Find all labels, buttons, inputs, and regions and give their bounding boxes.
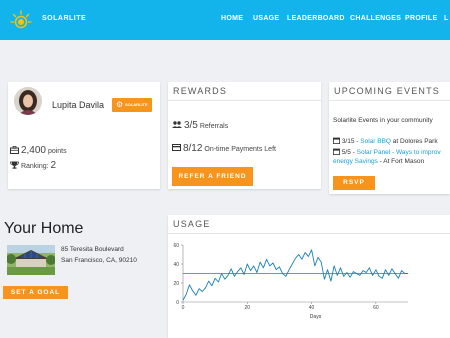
- usage-line-chart: 0 20 40 60 0 20 40 60 Days: [173, 243, 408, 320]
- y-tick-label: 40: [173, 262, 179, 268]
- event-item-1: 3/15 - Solar BBQ at Dolores Park: [333, 137, 438, 145]
- ranking-stat: Ranking: 2: [10, 160, 56, 171]
- payments-stat: 8/12 On-time Payments Left: [172, 143, 276, 154]
- address-line-2: San Francisco, CA, 90210: [61, 257, 137, 264]
- payments-value: 8/12: [182, 143, 203, 154]
- payments-label: On-time Payments Left: [204, 146, 276, 153]
- calendar-icon: [333, 148, 340, 155]
- event-2-date: 5/5 -: [341, 149, 355, 156]
- refer-a-friend-button[interactable]: REFER A FRIEND: [172, 167, 253, 186]
- nav-home[interactable]: HOME: [221, 15, 243, 22]
- points-stat: 2,400 points: [10, 145, 67, 156]
- usage-series-line: [182, 249, 408, 301]
- y-tick-label: 20: [173, 281, 179, 287]
- nav-overflow-item[interactable]: L: [444, 15, 449, 22]
- badge-label: SOLARLITE: [125, 102, 148, 107]
- referrals-value: 3/5: [183, 120, 198, 131]
- event-2-link[interactable]: Solar Panel - Ways to improv: [357, 149, 441, 156]
- usage-card: USAGE 0 20 40 60 0 20 40 60 Days: [168, 215, 450, 338]
- points-value: 2,400: [20, 145, 46, 156]
- set-a-goal-button[interactable]: SET A GOAL: [3, 286, 68, 299]
- ranking-value: 2: [50, 160, 57, 171]
- event-2-location: - At Fort Mason: [379, 158, 425, 165]
- points-label: points: [47, 148, 67, 155]
- x-tick-label: 40: [309, 305, 315, 311]
- event-1-date: 3/15 -: [341, 138, 359, 145]
- trophy-icon: [10, 161, 19, 169]
- y-tick-label: 0: [176, 300, 179, 306]
- avatar[interactable]: [14, 87, 42, 115]
- rewards-title: REWARDS: [168, 82, 321, 101]
- event-item-2-line2: energy Savings - At Fort Mason: [333, 158, 424, 165]
- event-item-2: 5/5 - Solar Panel - Ways to improv: [333, 148, 441, 156]
- x-tick-label: 0: [182, 305, 185, 311]
- gear-icon: ⚙: [116, 100, 124, 109]
- ranking-label: Ranking:: [20, 163, 49, 170]
- house-photo[interactable]: [7, 245, 55, 275]
- house-image-icon: [7, 245, 55, 275]
- events-intro: Solarlite Events in your community: [333, 117, 433, 124]
- event-1-location: at Dolores Park: [392, 138, 438, 145]
- x-axis-label: Days: [310, 314, 322, 320]
- brand-name[interactable]: SOLARLITE: [42, 15, 86, 22]
- nav-leaderboard[interactable]: LEADERBOARD: [287, 15, 345, 22]
- event-1-link[interactable]: Solar BBQ: [360, 138, 391, 145]
- home-title: Your Home: [4, 220, 84, 237]
- profile-name: Lupita Davila: [52, 100, 105, 110]
- nav-challenges[interactable]: CHALLENGES: [350, 15, 401, 22]
- x-tick-label: 60: [373, 305, 379, 311]
- sun-logo-icon[interactable]: [10, 9, 32, 31]
- calendar-icon: [333, 137, 340, 144]
- top-nav-bar: SOLARLITE HOME USAGE LEADERBOARD CHALLEN…: [0, 0, 450, 40]
- briefcase-icon: [10, 146, 19, 154]
- event-2-link-continued[interactable]: energy Savings: [333, 158, 378, 165]
- referrals-label: Referrals: [199, 123, 229, 130]
- rsvp-button[interactable]: RSVP: [333, 176, 375, 190]
- nav-usage[interactable]: USAGE: [253, 15, 279, 22]
- events-title: UPCOMING EVENTS: [329, 82, 450, 101]
- address-line-1: 85 Teresita Boulevard: [61, 246, 124, 253]
- x-tick-label: 20: [245, 305, 251, 311]
- nav-profile[interactable]: PROFILE: [405, 15, 437, 22]
- solarlite-badge-button[interactable]: ⚙ SOLARLITE: [112, 98, 152, 112]
- referrals-stat: 3/5 Referrals: [172, 120, 228, 131]
- user-photo-icon: [14, 87, 42, 115]
- credit-card-icon: [172, 144, 181, 151]
- users-icon: [172, 121, 182, 128]
- y-tick-label: 60: [173, 243, 179, 249]
